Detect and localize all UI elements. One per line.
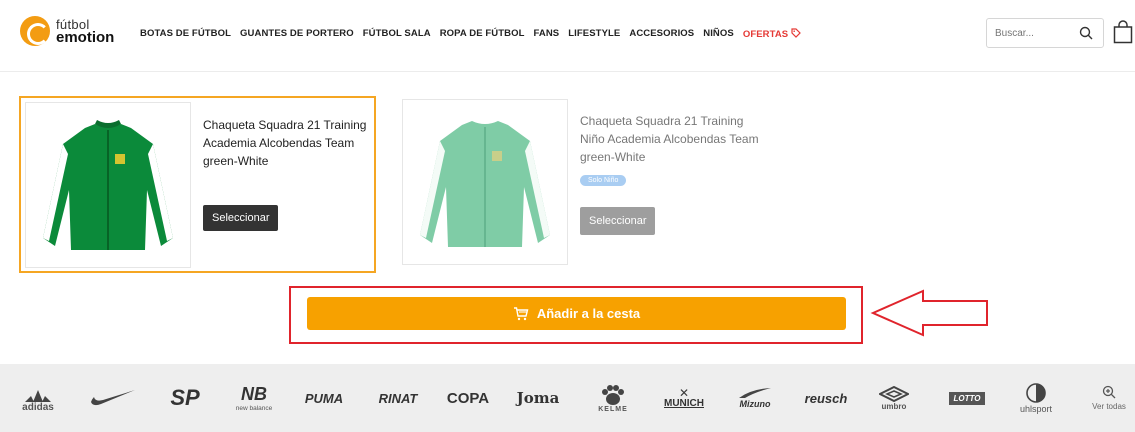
- product-image: [402, 99, 568, 265]
- brands-bar: adidas SP NB new balance PUMA RINAT COPA…: [0, 364, 1135, 432]
- add-to-cart-label: Añadir a la cesta: [536, 306, 641, 321]
- brand-mizuno[interactable]: Mizuno: [726, 364, 784, 432]
- brand-adidas-label: adidas: [22, 401, 54, 413]
- logo-icon: [20, 16, 50, 46]
- add-to-cart-button[interactable]: Añadir a la cesta: [307, 297, 846, 330]
- kids-only-badge: Solo Niño: [580, 175, 627, 186]
- select-button[interactable]: Seleccionar: [203, 205, 279, 231]
- brand-puma[interactable]: PUMA: [298, 364, 350, 432]
- brand-adidas[interactable]: adidas: [18, 364, 58, 432]
- product-name: Chaqueta Squadra 21 Training Niño Academ…: [580, 114, 759, 164]
- nav-ofertas-label: OFERTAS: [742, 29, 789, 40]
- shopping-bag-icon[interactable]: [1113, 20, 1133, 44]
- main-nav: BOTAS DE FÚTBOL GUANTES DE PORTERO FÚTBO…: [140, 28, 801, 40]
- brand-umbro-label: umbro: [881, 401, 907, 411]
- brand-rinat-label: RINAT: [378, 390, 418, 406]
- brand-uhlsport-label: uhlsport: [1019, 404, 1053, 414]
- brand-reusch[interactable]: reusch: [800, 364, 852, 432]
- search-box: [986, 18, 1104, 48]
- munich-x-icon: ✕: [678, 385, 690, 400]
- nav-accesorios[interactable]: ACCESORIOS: [629, 28, 694, 40]
- zoom-plus-icon: [1102, 385, 1116, 399]
- nav-guantes[interactable]: GUANTES DE PORTERO: [240, 28, 354, 40]
- brand-munich-label: MUNICH: [664, 397, 704, 409]
- ver-todas-label: Ver todas: [1092, 402, 1126, 411]
- brand-sp-label: SP: [170, 385, 200, 410]
- nike-swoosh-icon: [91, 390, 135, 406]
- brand-joma[interactable]: Joma: [512, 364, 564, 432]
- nav-ropa[interactable]: ROPA DE FÚTBOL: [440, 28, 525, 40]
- brand-joma-label: Joma: [516, 389, 560, 407]
- brand-kelme[interactable]: KELME: [588, 364, 638, 432]
- brand-mizuno-label: Mizuno: [739, 399, 771, 409]
- nb-logo-icon: NB: [241, 384, 267, 404]
- mizuno-runbird-icon: [739, 388, 771, 398]
- product-name: Chaqueta Squadra 21 Training Academia Al…: [203, 118, 367, 168]
- nav-botas[interactable]: BOTAS DE FÚTBOL: [140, 28, 231, 40]
- brand-uhlsport[interactable]: uhlsport: [1010, 364, 1062, 432]
- brand-umbro[interactable]: umbro: [868, 364, 920, 432]
- brand-sp[interactable]: SP: [160, 364, 210, 432]
- search-icon[interactable]: [1079, 26, 1093, 40]
- product-card[interactable]: Chaqueta Squadra 21 Training Niño Academ…: [402, 96, 762, 273]
- brand-nike[interactable]: [88, 364, 138, 432]
- brand-puma-label: PUMA: [304, 390, 344, 406]
- site-logo[interactable]: fútbol emotion: [20, 16, 114, 46]
- brand-copa[interactable]: COPA: [442, 364, 494, 432]
- nav-ninos[interactable]: NIÑOS: [703, 28, 734, 40]
- kelme-paw-icon: [602, 384, 624, 405]
- brand-lotto-label: LOTTO: [948, 391, 986, 405]
- nav-lifestyle[interactable]: LIFESTYLE: [568, 28, 620, 40]
- jacket-image: [43, 120, 173, 250]
- nav-ofertas[interactable]: OFERTAS: [743, 28, 801, 40]
- select-button[interactable]: Seleccionar: [580, 207, 656, 235]
- site-header: fútbol emotion BOTAS DE FÚTBOL GUANTES D…: [0, 0, 1135, 72]
- nav-futbol-sala[interactable]: FÚTBOL SALA: [363, 28, 431, 40]
- ver-todas-link[interactable]: Ver todas: [1084, 364, 1134, 432]
- search-input[interactable]: [987, 27, 1077, 39]
- brand-rinat[interactable]: RINAT: [372, 364, 424, 432]
- pointer-arrow-icon: [870, 289, 988, 337]
- logo-line2: emotion: [56, 29, 115, 46]
- nav-fans[interactable]: FANS: [534, 28, 560, 40]
- brand-copa-label: COPA: [446, 389, 490, 407]
- brand-kelme-label: KELME: [598, 405, 628, 413]
- adidas-logo-icon: [25, 389, 51, 402]
- brand-newbalance-label: new balance: [235, 405, 273, 412]
- umbro-diamond-icon: [879, 385, 909, 402]
- cart-icon: [513, 306, 529, 320]
- brand-lotto[interactable]: LOTTO: [940, 364, 994, 432]
- product-card-selected[interactable]: Chaqueta Squadra 21 Training Academia Al…: [19, 96, 376, 273]
- tag-icon: [791, 28, 801, 38]
- brand-munich[interactable]: ✕ MUNICH: [658, 364, 710, 432]
- brand-reusch-label: reusch: [804, 390, 848, 406]
- uhlsport-logo-icon: [1026, 383, 1046, 403]
- brand-newbalance[interactable]: NB new balance: [228, 364, 280, 432]
- jacket-image: [420, 121, 550, 247]
- product-image: [25, 102, 191, 268]
